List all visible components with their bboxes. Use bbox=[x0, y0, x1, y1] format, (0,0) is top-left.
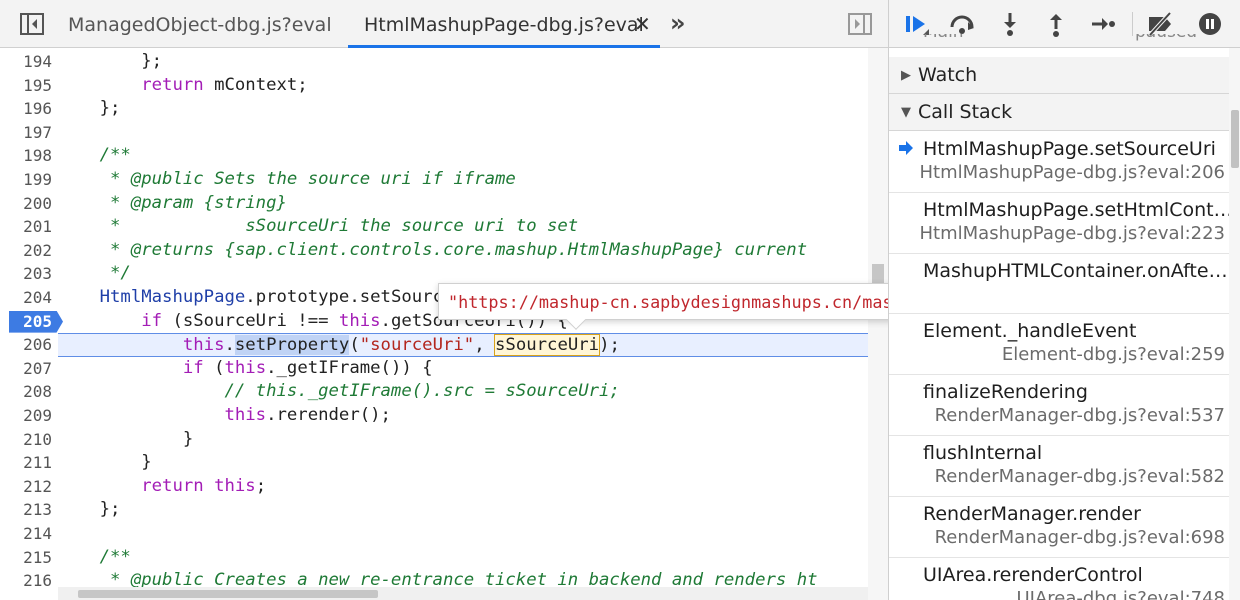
frame-location[interactable]: UIArea-dbg.js?eval:748 bbox=[1016, 588, 1225, 600]
call-stack-list: HtmlMashupPage.setSourceUri HtmlMashupPag… bbox=[889, 132, 1229, 600]
frame-location[interactable]: RenderManager-dbg.js?eval:582 bbox=[935, 466, 1225, 487]
frame-location[interactable]: RenderManager-dbg.js?eval:698 bbox=[935, 527, 1225, 548]
frame-function-name: RenderManager.render bbox=[923, 502, 1141, 525]
call-stack-section-header[interactable]: ▼ Call Stack bbox=[889, 94, 1229, 131]
toolbar-divider bbox=[1132, 12, 1133, 36]
line-number[interactable]: 206 bbox=[0, 333, 52, 357]
close-tab-icon[interactable]: ✕ bbox=[634, 12, 651, 36]
code-line[interactable]: }; bbox=[58, 498, 868, 522]
line-number[interactable]: 194 bbox=[0, 50, 52, 74]
line-number[interactable]: 212 bbox=[0, 475, 52, 499]
debugger-sidebar: Main paused ▶ Watch ▼ Call Stack HtmlMas… bbox=[888, 0, 1240, 600]
thread-status: paused bbox=[1135, 34, 1197, 42]
call-frame[interactable]: UIArea.rerenderControl UIArea-dbg.js?eval… bbox=[889, 558, 1229, 600]
code-line[interactable]: this.rerender(); bbox=[58, 404, 868, 428]
call-frame[interactable]: RenderManager.render RenderManager-dbg.js… bbox=[889, 497, 1229, 558]
threads-peek: Main paused bbox=[889, 34, 1229, 48]
code-line[interactable]: * @returns {sap.client.controls.core.mas… bbox=[58, 239, 868, 263]
chevron-right-icon: ▶ bbox=[901, 68, 911, 83]
code-line[interactable]: // this._getIFrame().src = sSourceUri; bbox=[58, 380, 868, 404]
scrollbar-thumb[interactable] bbox=[1231, 110, 1239, 168]
code-line[interactable]: * @param {string} bbox=[58, 192, 868, 216]
line-number[interactable]: 215 bbox=[0, 546, 52, 570]
toggle-debugger-icon[interactable] bbox=[848, 13, 872, 35]
code-line[interactable]: }; bbox=[58, 97, 868, 121]
line-number[interactable]: 213 bbox=[0, 498, 52, 522]
line-number[interactable]: 207 bbox=[0, 357, 52, 381]
toggle-navigator-icon[interactable] bbox=[20, 13, 44, 35]
editor-tab-bar: ManagedObject-dbg.js?eval HtmlMashupPage… bbox=[0, 0, 888, 48]
thread-name: Main bbox=[923, 34, 964, 42]
code-line[interactable]: }; bbox=[58, 50, 868, 74]
line-number[interactable]: 196 bbox=[0, 97, 52, 121]
code-line[interactable]: /** bbox=[58, 546, 868, 570]
frame-function-name: HtmlMashupPage.setSourceUri bbox=[923, 138, 1216, 160]
editor-vertical-scrollbar[interactable] bbox=[868, 48, 888, 600]
frame-location[interactable]: HtmlMashupPage-dbg.js?eval:223 bbox=[920, 223, 1226, 244]
frame-location[interactable]: Element-dbg.js?eval:259 bbox=[1002, 344, 1225, 365]
code-line[interactable] bbox=[58, 522, 868, 546]
line-number-gutter[interactable]: 194 195 196 197 198 199 200 201 202 203 204 205 206 2… bbox=[0, 48, 63, 600]
line-number[interactable]: 201 bbox=[0, 215, 52, 239]
code-line[interactable]: } bbox=[58, 428, 868, 452]
call-frame[interactable]: MashupHTMLContainer.onAfte… bbox=[889, 254, 1229, 315]
line-number[interactable]: 202 bbox=[0, 239, 52, 263]
call-frame[interactable]: HtmlMashupPage.setSourceUri HtmlMashupPag… bbox=[889, 132, 1229, 193]
frame-function-name: UIArea.rerenderControl bbox=[923, 563, 1143, 586]
line-number[interactable]: 203 bbox=[0, 262, 52, 286]
source-editor-pane: : / s i l ManagedObject-dbg.js?eval Html… bbox=[0, 0, 888, 600]
debugger-toolbar: Main paused bbox=[889, 0, 1240, 48]
current-execution-line[interactable]: this.setProperty("sourceUri", sSourceUri… bbox=[58, 333, 868, 357]
code-line[interactable]: * @public Sets the source uri if iframe bbox=[58, 168, 868, 192]
call-frame[interactable]: finalizeRendering RenderManager-dbg.js?ev… bbox=[889, 375, 1229, 436]
frame-location[interactable]: HtmlMashupPage-dbg.js?eval:206 bbox=[920, 162, 1226, 183]
line-number[interactable]: 198 bbox=[0, 144, 52, 168]
watch-section-header[interactable]: ▶ Watch bbox=[889, 57, 1229, 94]
line-number[interactable]: 205 bbox=[0, 310, 52, 334]
frame-function-name: HtmlMashupPage.setHtmlCont… bbox=[923, 198, 1229, 221]
line-number[interactable]: 195 bbox=[0, 74, 52, 98]
line-number[interactable]: 208 bbox=[0, 380, 52, 404]
call-stack-section-title: Call Stack bbox=[918, 101, 1013, 123]
line-number[interactable]: 204 bbox=[0, 286, 52, 310]
call-frame[interactable]: HtmlMashupPage.setHtmlCont… HtmlMashupPag… bbox=[889, 193, 1229, 254]
scrollbar-thumb[interactable] bbox=[78, 590, 378, 598]
code-line[interactable]: * sSourceUri the source uri to set bbox=[58, 215, 868, 239]
popover-value[interactable]: "https://mashup-cn.sapbydesignmashups.cn… bbox=[448, 284, 888, 320]
code-line[interactable]: return mContext; bbox=[58, 74, 868, 98]
line-number[interactable]: 209 bbox=[0, 404, 52, 428]
current-frame-arrow-icon bbox=[898, 140, 914, 160]
frame-function-name: Element._handleEvent bbox=[923, 320, 1137, 343]
tab-htmlmashuppage[interactable]: HtmlMashupPage-dbg.js?eval bbox=[348, 0, 660, 48]
watch-section-title: Watch bbox=[918, 64, 978, 86]
line-number[interactable]: 197 bbox=[0, 121, 52, 145]
code-line[interactable]: if (this._getIFrame()) { bbox=[58, 357, 868, 381]
frame-location[interactable]: RenderManager-dbg.js?eval:537 bbox=[935, 405, 1225, 426]
code-line[interactable]: /** bbox=[58, 144, 868, 168]
code-line[interactable]: return this; bbox=[58, 475, 868, 499]
line-number[interactable]: 211 bbox=[0, 451, 52, 475]
tab-managedobject[interactable]: ManagedObject-dbg.js?eval bbox=[68, 0, 332, 48]
frame-function-name: flushInternal bbox=[923, 442, 1043, 464]
more-tabs-icon[interactable]: » bbox=[670, 10, 685, 36]
line-number[interactable]: 199 bbox=[0, 168, 52, 192]
code-line[interactable]: } bbox=[58, 451, 868, 475]
line-number[interactable]: 200 bbox=[0, 192, 52, 216]
chevron-down-icon: ▼ bbox=[901, 105, 911, 120]
code-area[interactable]: }; return mContext; }; /** * @public Set… bbox=[58, 48, 868, 600]
variable-value-popover: "https://mashup-cn.sapbydesignmashups.cn… bbox=[438, 283, 888, 330]
frame-function-name: MashupHTMLContainer.onAfte… bbox=[923, 259, 1228, 282]
debugger-scrollbar[interactable] bbox=[1229, 48, 1240, 600]
line-number[interactable]: 210 bbox=[0, 428, 52, 452]
line-number[interactable]: 214 bbox=[0, 522, 52, 546]
code-line[interactable] bbox=[58, 121, 868, 145]
line-number[interactable]: 216 bbox=[0, 569, 52, 593]
frame-function-name: finalizeRendering bbox=[923, 381, 1088, 404]
call-frame[interactable]: Element._handleEvent Element-dbg.js?eval:… bbox=[889, 314, 1229, 376]
editor-horizontal-scrollbar[interactable] bbox=[58, 587, 868, 600]
call-frame[interactable]: flushInternal RenderManager-dbg.js?eval:5… bbox=[889, 436, 1229, 497]
